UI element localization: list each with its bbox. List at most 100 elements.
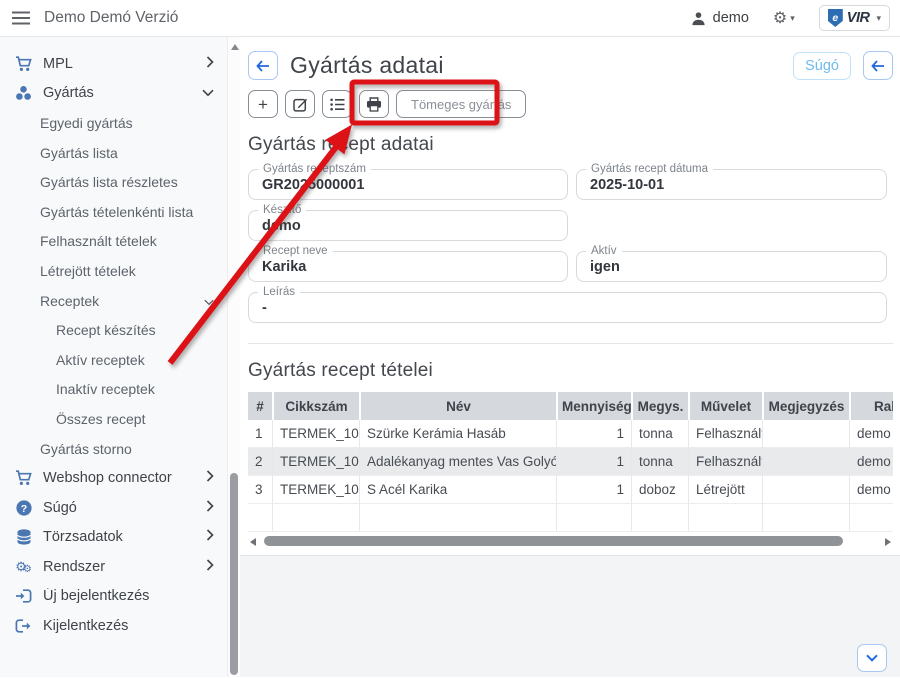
field-value: - [249,293,886,316]
sidebar-item-receptek[interactable]: Receptek [0,286,227,316]
question-circle-icon: ? [14,500,33,516]
app-window: Demo Demó Verzió demo ⚙ ▾ e VIR ▾ [0,0,900,678]
scroll-down-button[interactable] [857,644,887,672]
recipe-number-field[interactable]: Gyártás receptszám GR2025000001 [248,169,568,200]
cell-index: 1 [248,420,272,448]
user-menu[interactable]: demo [691,10,749,26]
col-nev[interactable]: Név [359,392,556,420]
cell-megys: doboz [631,476,688,504]
table-row-empty [248,504,893,532]
sidebar-item-osszes-recept[interactable]: Összes recept [0,404,227,434]
plus-icon: + [258,96,268,113]
sidebar-item-gyartas-lista[interactable]: Gyártás lista [0,138,227,168]
help-button[interactable]: Súgó [793,52,851,80]
edit-button[interactable] [285,90,315,118]
cell-nev: Szürke Kerámia Hasáb [359,420,556,448]
content-card: Gyártás adatai Súgó + [240,37,900,556]
hamburger-menu-icon[interactable] [12,11,30,25]
list-button[interactable] [322,90,352,118]
settings-menu[interactable]: ⚙ ▾ [773,8,795,28]
recipe-date-field[interactable]: Gyártás recept dátuma 2025-10-01 [576,169,887,200]
sidebar-item-gyartas-storno[interactable]: Gyártás storno [0,434,227,464]
sidebar-item-kijelentkezes[interactable]: Kijelentkezés [0,611,227,641]
sidebar-item-rendszer[interactable]: ⚙⚙ Rendszer [0,552,227,582]
description-field[interactable]: Leírás - [248,292,887,323]
page-footer-area [240,556,900,677]
chevron-right-icon [206,559,214,575]
sidebar-item-gyartas-tetelenkenti-lista[interactable]: Gyártás tételenkénti lista [0,197,227,227]
section-divider [248,343,893,344]
sidebar-item-felhasznalt-tetelek[interactable]: Felhasznált tételek [0,227,227,257]
col-mennyiseg[interactable]: Mennyiség [556,392,631,420]
active-field[interactable]: Aktív igen [576,251,887,282]
chevron-down-icon [866,654,878,662]
cell-cikkszam: TERMEK_107 [272,420,359,448]
sidebar-item-gyartas[interactable]: Gyártás [0,79,227,109]
bulk-production-button[interactable]: Tömeges gyártás [396,90,526,118]
recipe-name-field[interactable]: Recept neve Karika [248,251,568,282]
cell-megys: tonna [631,448,688,476]
sidebar-item-webshop-connector[interactable]: Webshop connector [0,463,227,493]
cell-megys: tonna [631,420,688,448]
sidebar-item-egyedi-gyartas[interactable]: Egyedi gyártás [0,108,227,138]
arrow-left-icon [256,60,270,72]
main-panel: Gyártás adatai Súgó + [240,37,900,677]
sidebar-item-aktiv-receptek[interactable]: Aktív receptek [0,345,227,375]
table-horizontal-scrollbar[interactable] [248,535,893,549]
back-button-secondary[interactable] [863,51,893,80]
chevron-down-icon [204,293,214,309]
chevron-down-icon: ▾ [790,13,795,24]
evir-logo-menu[interactable]: e VIR ▾ [819,5,890,31]
production-icon [14,85,33,101]
col-cikkszam[interactable]: Cikkszám [272,392,359,420]
creator-field[interactable]: Készítő demo [248,210,568,241]
list-icon [330,98,345,111]
col-raktar[interactable]: Raktár [849,392,893,420]
gear-icon: ⚙ [773,8,787,28]
scrollbar-thumb[interactable] [264,536,843,546]
user-icon [691,11,706,26]
sidebar-item-torzsadatok[interactable]: Törzsadatok [0,523,227,553]
sidebar-item-mpl[interactable]: MPL [0,49,227,79]
sidebar-item-inaktiv-receptek[interactable]: Inaktív receptek [0,375,227,405]
cart-icon [14,56,33,72]
field-label: Leírás [258,286,300,298]
cell-megjegyzes [762,420,849,448]
field-label: Készítő [258,204,306,216]
sidebar-item-recept-keszites[interactable]: Recept készítés [0,315,227,345]
evir-logo-text: VIR [847,10,870,26]
page-title: Gyártás adatai [290,52,444,79]
cell-raktar: demo [849,448,893,476]
gears-icon: ⚙⚙ [14,559,33,575]
back-button[interactable] [248,51,278,80]
col-megjegyzes[interactable]: Megjegyzés [762,392,849,420]
sidebar-item-sugo[interactable]: ? Súgó [0,493,227,523]
edit-icon [293,97,308,112]
table-row[interactable]: 1 TERMEK_107 Szürke Kerámia Hasáb 1 tonn… [248,420,893,448]
col-megys[interactable]: Megys. [631,392,688,420]
col-muvelet[interactable]: Művelet [688,392,762,420]
recipe-form: Gyártás receptszám GR2025000001 Gyártás … [248,169,893,323]
cell-nev: Adalékanyag mentes Vas Golyó [359,448,556,476]
add-button[interactable]: + [248,90,278,118]
scrollbar-thumb[interactable] [230,473,238,675]
sidebar-item-letrejott-tetelek[interactable]: Létrejött tételek [0,256,227,286]
table-row[interactable]: 2 TERMEK_108 Adalékanyag mentes Vas Goly… [248,448,893,476]
col-index[interactable]: # [248,392,272,420]
cell-index: 3 [248,476,272,504]
sidebar-item-uj-bejelentkezes[interactable]: Új bejelentkezés [0,582,227,612]
scroll-up-arrow-icon[interactable] [231,44,239,50]
cell-index: 2 [248,448,272,476]
cell-mennyiseg: 1 [556,476,631,504]
table-row[interactable]: 3 TERMEK_109 S Acél Karika 1 doboz Létre… [248,476,893,504]
cell-muvelet: Felhasznált [688,448,762,476]
field-label: Gyártás recept dátuma [586,163,713,175]
sidebar-scrollbar[interactable] [227,37,240,677]
items-table-container: # Cikkszám Név Mennyiség Megys. Művelet … [248,392,893,532]
chevron-down-icon [202,85,214,101]
scroll-left-arrow-icon[interactable] [250,538,256,546]
chevron-right-icon [206,529,214,545]
print-button[interactable] [359,90,389,118]
sidebar-item-gyartas-lista-reszletes[interactable]: Gyártás lista részletes [0,167,227,197]
scroll-right-arrow-icon[interactable] [885,538,891,546]
